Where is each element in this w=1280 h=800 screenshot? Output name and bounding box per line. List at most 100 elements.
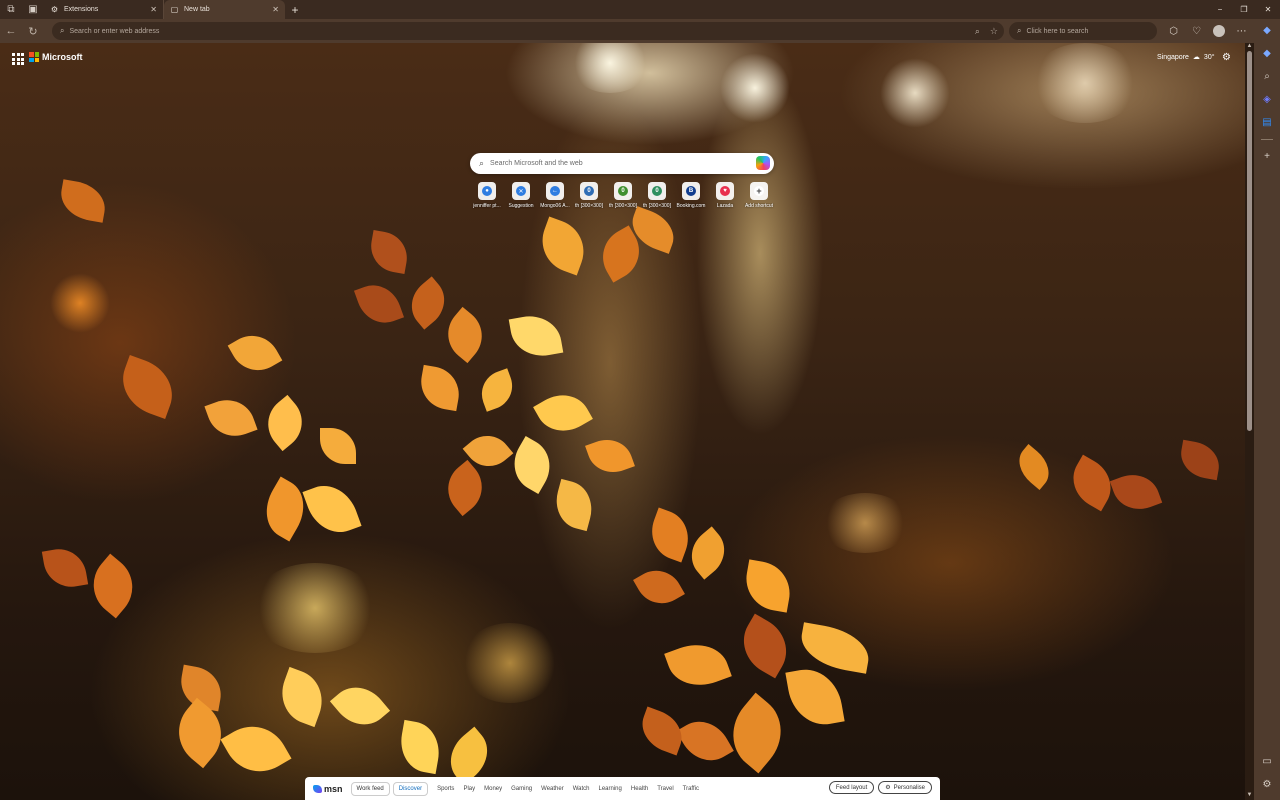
new-tab-button[interactable]: + (285, 0, 305, 19)
address-input[interactable]: Search or enter web address (69, 28, 159, 35)
bokeh-light (460, 623, 560, 703)
outlook-icon[interactable]: ▤ (1254, 111, 1280, 134)
quick-link-label: Add shortcut (744, 203, 774, 209)
leaf (113, 355, 182, 419)
leaf (329, 675, 391, 737)
quick-link[interactable]: ♥ Lazada (708, 182, 742, 209)
secondary-search-box[interactable]: ⌕ Click here to search (1009, 22, 1157, 40)
quick-link[interactable]: 0 th [300×300] (640, 182, 674, 209)
leaf (366, 229, 412, 275)
secondary-search-input[interactable]: Click here to search (1026, 28, 1088, 35)
favorite-star-icon[interactable]: ☆ (990, 26, 998, 37)
msn-nav-money[interactable]: Money (484, 786, 502, 792)
quick-link[interactable]: B Booking.com (674, 182, 708, 209)
site-favicon-icon: ← (550, 186, 560, 196)
leaf (643, 507, 697, 563)
copilot-icon[interactable] (756, 156, 770, 170)
leaf (797, 622, 873, 674)
gear-icon: ⚙ (50, 5, 59, 14)
tab-discover[interactable]: Discover (392, 781, 429, 796)
quick-link[interactable]: 0 th [300×300] (572, 182, 606, 209)
leaf (254, 476, 316, 542)
quick-link[interactable]: ← Mongo06 A... (538, 182, 572, 209)
browser-essentials-icon[interactable]: ♡ (1185, 19, 1208, 43)
bokeh-light (250, 563, 380, 653)
leaf (676, 711, 734, 771)
site-favicon-icon: ♥ (720, 186, 730, 196)
weather-location: Singapore (1157, 53, 1189, 61)
quick-link[interactable]: ✕ Suggestion (504, 182, 538, 209)
quick-link[interactable]: + Add shortcut (742, 182, 776, 209)
extensions-icon[interactable]: ⬡ (1162, 19, 1185, 43)
tab-new-tab[interactable]: ▢ New tab ✕ (164, 0, 285, 19)
quick-link[interactable]: 0 th [300×300] (606, 182, 640, 209)
quick-link-label: Lazada (716, 203, 734, 209)
leaf (635, 706, 689, 756)
msn-nav-sports[interactable]: Sports (437, 786, 454, 792)
close-tab-icon[interactable]: ✕ (272, 5, 279, 14)
tab-work-feed[interactable]: Work feed (350, 781, 390, 796)
msn-nav-travel[interactable]: Travel (657, 786, 673, 792)
window-controls: − ❐ ✕ (1208, 0, 1280, 19)
leaf (436, 459, 494, 517)
copilot-sidebar-icon[interactable]: ◆ (1254, 19, 1280, 42)
zoom-search-icon[interactable]: ⌕ (975, 26, 980, 37)
more-menu-icon[interactable]: ⋯ (1230, 19, 1253, 43)
scrollbar-thumb[interactable] (1247, 51, 1252, 431)
weather-temp: 30° (1203, 53, 1215, 61)
restore-button[interactable]: ❐ (1232, 0, 1256, 19)
personalise-gear-icon: ⚙ (885, 785, 891, 791)
microsoft-logo[interactable]: Microsoft (29, 52, 83, 62)
screenshot-icon[interactable]: ▭ (1254, 750, 1280, 773)
back-button[interactable]: ← (0, 19, 22, 43)
personalise-button[interactable]: ⚙ Personalise (878, 781, 932, 794)
quick-link[interactable]: ● jenniffer pt... (470, 182, 504, 209)
msn-nav-traffic[interactable]: Traffic (683, 786, 699, 792)
minimize-button[interactable]: − (1208, 0, 1232, 19)
msn-nav-play[interactable]: Play (463, 786, 475, 792)
app-launcher-icon[interactable] (12, 53, 24, 65)
scroll-up-arrow-icon[interactable]: ▲ (1245, 43, 1254, 51)
leaf (204, 392, 258, 444)
sidebar-settings-gear-icon[interactable]: ⚙ (1254, 773, 1280, 796)
leaf (681, 526, 735, 580)
leaf (717, 692, 797, 774)
close-window-button[interactable]: ✕ (1256, 0, 1280, 19)
quick-link-label: jenniffer pt... (473, 203, 501, 209)
page-settings-gear-icon[interactable]: ⚙ (1222, 52, 1231, 63)
address-bar[interactable]: ⌕ Search or enter web address ⌕ ☆ (52, 22, 1004, 40)
msn-nav-weather[interactable]: Weather (541, 786, 564, 792)
weather-widget[interactable]: Singapore ☁ 30° (1157, 53, 1215, 62)
workspaces-icon[interactable]: ⧉ (0, 0, 22, 19)
feed-layout-button[interactable]: Feed layout (828, 781, 875, 794)
bokeh-light (1030, 43, 1140, 123)
microsoft-logo-icon (29, 52, 39, 62)
edge-sidebar: ◆ ◆ ⌕ ◈ ▤ + ▭ ⚙ (1254, 19, 1280, 800)
quick-link-tile: ✕ (512, 182, 530, 200)
search-icon[interactable]: ⌕ (1254, 65, 1280, 88)
leaf (585, 432, 635, 480)
leaf (785, 664, 845, 730)
scroll-down-arrow-icon[interactable]: ▼ (1245, 792, 1254, 800)
shopping-icon[interactable]: ◈ (1254, 88, 1280, 111)
refresh-button[interactable]: ↻ (22, 19, 44, 43)
quick-link-label: th [300×300] (609, 203, 637, 209)
close-tab-icon[interactable]: ✕ (150, 5, 157, 14)
msn-logo[interactable]: msn (313, 784, 343, 794)
web-search-input[interactable]: Search Microsoft and the web (490, 160, 583, 167)
page-scrollbar[interactable]: ▲ ▼ (1245, 43, 1254, 800)
profile-avatar[interactable] (1213, 25, 1225, 37)
copilot-sidebar-icon-2[interactable]: ◆ (1254, 42, 1280, 65)
quick-link-label: th [300×300] (575, 203, 603, 209)
tab-extensions[interactable]: ⚙ Extensions ✕ (44, 0, 164, 19)
navigation-toolbar: ← ↻ ⌕ Search or enter web address ⌕ ☆ ⌕ … (0, 19, 1280, 43)
web-search-box[interactable]: ⌕ Search Microsoft and the web (470, 153, 774, 174)
msn-nav-gaming[interactable]: Gaming (511, 786, 532, 792)
add-sidebar-app-icon[interactable]: + (1254, 145, 1280, 168)
msn-nav-health[interactable]: Health (631, 786, 648, 792)
msn-nav-learning[interactable]: Learning (599, 786, 622, 792)
quick-link-tile: ● (478, 182, 496, 200)
tab-actions-icon[interactable]: ▣ (22, 0, 44, 19)
msn-nav-watch[interactable]: Watch (573, 786, 590, 792)
cloud-icon: ☁ (1192, 54, 1200, 61)
